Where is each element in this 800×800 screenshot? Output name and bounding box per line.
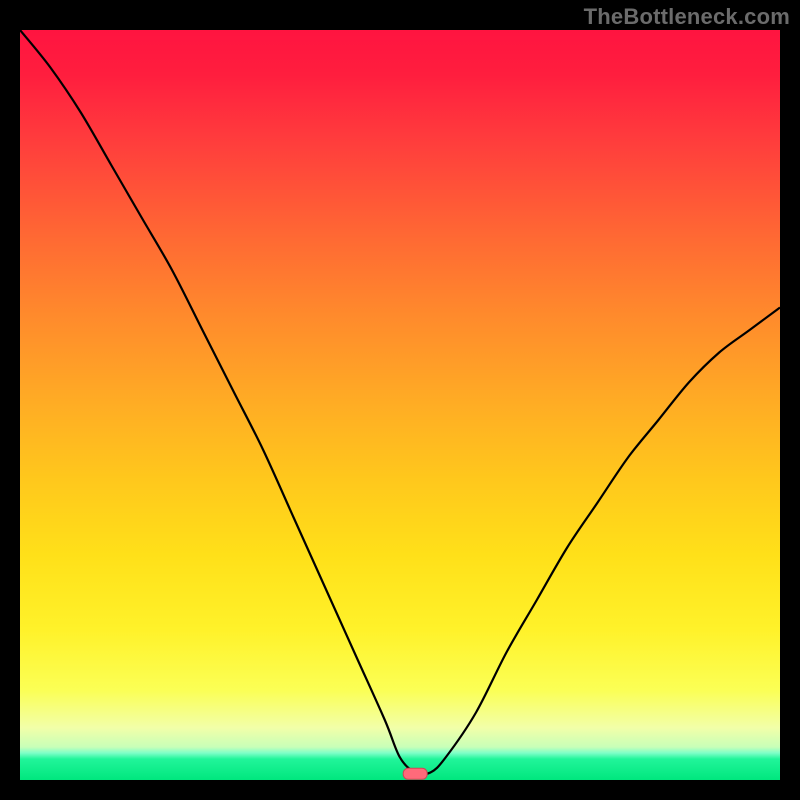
plot-area: [20, 30, 780, 780]
curve-layer: [20, 30, 780, 780]
bottleneck-curve: [20, 30, 780, 774]
watermark-label: TheBottleneck.com: [584, 4, 790, 30]
chart-frame: TheBottleneck.com: [0, 0, 800, 800]
minimum-marker-icon: [403, 768, 427, 779]
